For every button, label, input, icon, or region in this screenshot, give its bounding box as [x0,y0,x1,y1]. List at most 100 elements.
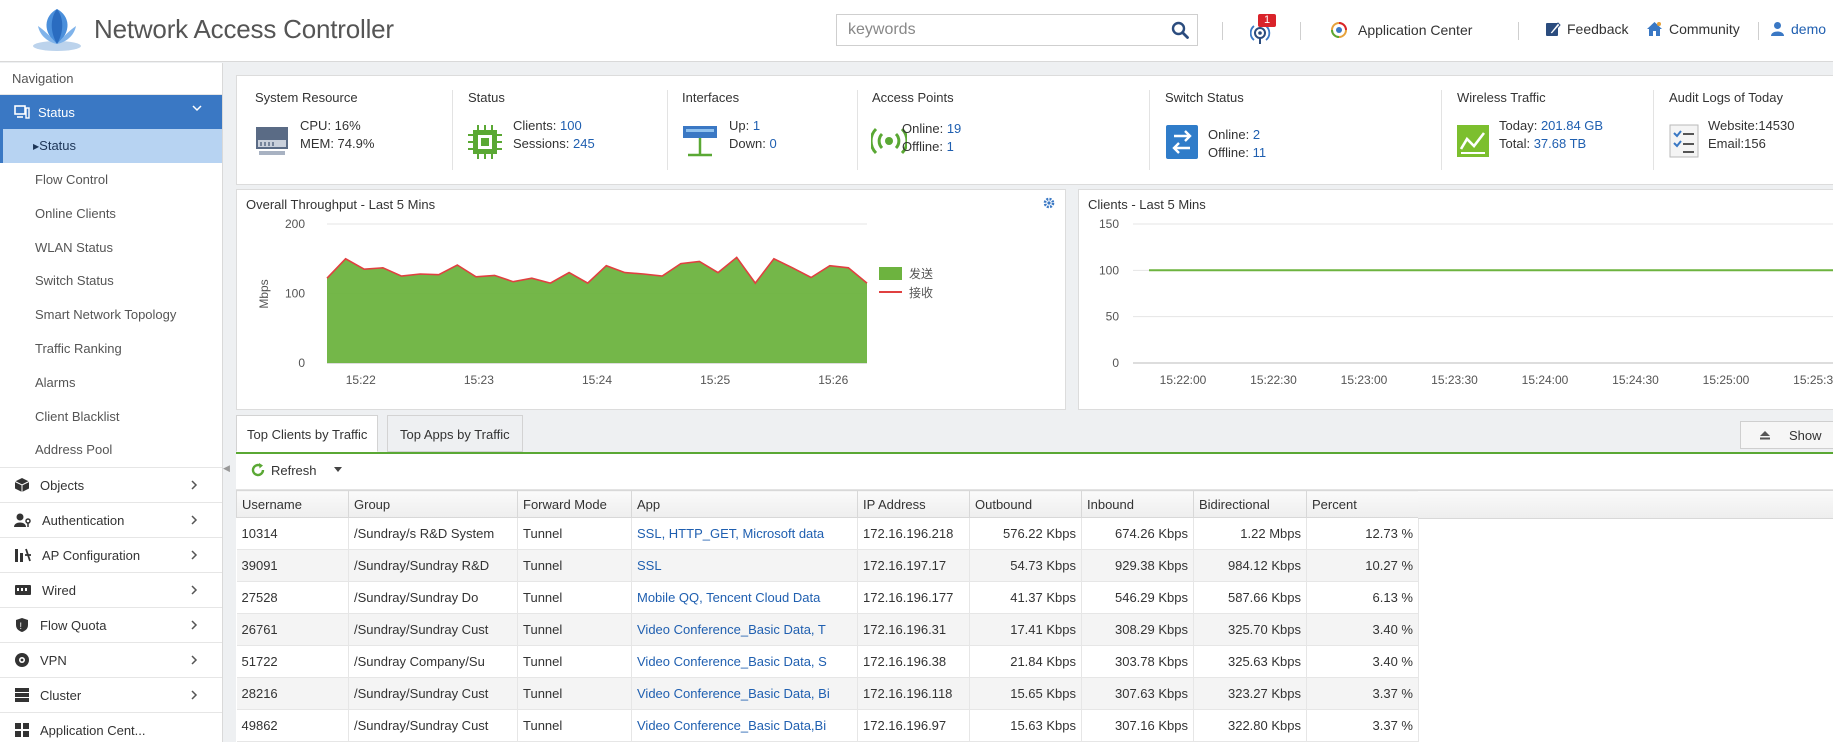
table-cell[interactable]: Video Conference_Basic Data, Bi [631,677,858,710]
sidebar-group-cluster[interactable]: Cluster [0,677,222,712]
sidebar-item-alarms[interactable]: Alarms [0,366,222,400]
wireless-traffic-card[interactable]: Wireless Traffic Today: 201.84 GB Total:… [1441,76,1653,186]
table-cell[interactable]: Video Conference_Basic Data, T [631,613,858,646]
vpn-globe-icon [15,653,29,668]
interfaces-down-value[interactable]: 0 [769,136,776,151]
community-link[interactable]: Community [1646,21,1740,37]
refresh-label: Refresh [271,462,317,478]
tab-top-apps[interactable]: Top Apps by Traffic [387,415,523,452]
show-button[interactable]: Show [1740,421,1833,449]
sidebar-group-objects[interactable]: Objects [0,467,222,502]
ap-offline-value[interactable]: 1 [947,139,954,154]
interfaces-up-value[interactable]: 1 [753,118,760,133]
clients-value[interactable]: 100 [560,118,582,133]
user-menu[interactable]: demo [1770,21,1826,37]
table-cell[interactable]: SSL [631,549,858,582]
switch-status-card[interactable]: Switch Status Online: 2 Offline: 11 [1149,76,1441,186]
table-row[interactable]: 10314/Sundray/s R&D System Tunnel SSL, HTT… [236,517,1419,550]
sidebar-item-client-blacklist[interactable]: Client Blacklist [0,400,222,434]
table-cell: 984.12 Kbps [1193,549,1307,582]
sidebar-item-smart-network-topology[interactable]: Smart Network Topology [0,298,222,332]
switch-offline-value[interactable]: 11 [1253,145,1267,160]
application-center-link[interactable]: Application Center [1330,21,1472,39]
tab-top-clients[interactable]: Top Clients by Traffic [236,415,379,452]
caret-down-icon[interactable] [334,467,342,473]
throughput-chart-title: Overall Throughput - Last 5 Mins [246,197,436,212]
sidebar-item-address-pool[interactable]: Address Pool [0,433,222,467]
table-row[interactable]: 28216/Sundray/Sundray Cust Tunnel Video Co… [236,677,1419,710]
table-row[interactable]: 27528/Sundray/Sundray Do Tunnel Mobile QQ,… [236,581,1419,614]
user-name: demo [1791,21,1827,37]
system-resource-card[interactable]: System Resource CPU: 16% MEM: 74.9% [237,76,452,186]
search-input[interactable] [837,15,1157,45]
access-points-card[interactable]: Access Points Online: 19 Offline: 1 [857,76,1149,186]
legend-label-receive: 接收 [909,285,933,300]
table-cell: 172.16.196.177 [857,581,970,614]
table-row[interactable]: 49862/Sundray/Sundray Cust Tunnel Video Co… [236,709,1419,742]
header-divider [1300,22,1301,40]
search-icon[interactable] [1171,21,1189,39]
x-tick-label: 15:26 [818,373,848,387]
sidebar-group-flow-quota[interactable]: ! Flow Quota [0,607,222,642]
sidebar-group-wired[interactable]: Wired [0,572,222,607]
switch-online-value[interactable]: 2 [1253,127,1260,142]
table-cell[interactable]: SSL, HTTP_GET, Microsoft data [631,517,858,550]
sidebar-item-online-clients[interactable]: Online Clients [0,197,222,231]
sessions-value[interactable]: 245 [573,136,595,151]
audit-logs-card[interactable]: Audit Logs of Today Website:14530 Email:… [1653,76,1833,186]
x-tick-label: 15:25:30 [1793,373,1833,387]
column-header[interactable]: Username [236,490,349,518]
sidebar-item-flow-control[interactable]: Flow Control [0,163,222,197]
table-cell: 51722 [236,645,349,678]
table-cell: 26761 [236,613,349,646]
table-row[interactable]: 26761/Sundray/Sundray Cust Tunnel Video Co… [236,613,1419,646]
user-icon [1771,22,1784,36]
status-card[interactable]: Status Clients: 100 Sessions: 245 [452,76,667,186]
table-cell: 307.63 Kbps [1081,677,1194,710]
sidebar-group-status[interactable]: Status [0,95,222,129]
column-header[interactable]: Forward Mode [517,490,632,518]
table-cell[interactable]: Video Conference_Basic Data,Bi [631,709,858,742]
table-row[interactable]: 39091/Sundray/Sundray R&D Tunnel SSL 172.16… [236,549,1419,582]
column-header[interactable]: App [631,490,858,518]
sidebar-item-status[interactable]: ▶Status [0,129,222,163]
column-header[interactable]: Inbound [1081,490,1194,518]
ap-online-value[interactable]: 19 [947,121,961,136]
x-tick-label: 15:24 [582,373,612,387]
notification-badge: 1 [1258,14,1277,27]
sidebar-group-label: Status [38,104,75,120]
column-header[interactable]: Bidirectional [1193,490,1307,518]
gear-icon[interactable] [1043,197,1055,209]
column-header[interactable]: Group [348,490,518,518]
switch-offline: Offline: 11 [1208,145,1267,160]
sidebar-item-switch-status[interactable]: Switch Status [0,264,222,298]
shield-icon: ! [16,618,28,633]
feedback-link[interactable]: Feedback [1545,21,1628,37]
table-cell: 323.27 Kbps [1193,677,1307,710]
refresh-button[interactable]: Refresh [250,462,317,478]
sidebar-item-traffic-ranking[interactable]: Traffic Ranking [0,332,222,366]
table-cell[interactable]: Video Conference_Basic Data, S [631,645,858,678]
table-toolbar: Refresh [236,454,1833,490]
table-cell: Tunnel [517,517,632,550]
table-row[interactable]: 51722/Sundray Company/Su Tunnel Video Conf… [236,645,1419,678]
column-header[interactable]: IP Address [857,490,970,518]
column-header[interactable]: Percent [1306,490,1419,518]
clients-count: Clients: 100 [513,118,582,133]
show-label: Show [1789,427,1822,443]
sidebar-group-vpn[interactable]: VPN [0,642,222,677]
column-header[interactable]: Outbound [969,490,1082,518]
sidebar-group-label: Flow Quota [40,617,107,633]
svg-text:!: ! [20,621,23,631]
sidebar-collapse-handle[interactable]: ◀ [223,455,231,481]
sidebar-item-wlan-status[interactable]: WLAN Status [0,231,222,265]
sidebar-group-ap-configuration[interactable]: AP Configuration [0,537,222,572]
cpu-usage: CPU: 16% [300,118,361,133]
table-cell: 172.16.196.31 [857,613,970,646]
table-cell: 576.22 Kbps [969,517,1082,550]
sidebar-group-application-center[interactable]: Application Cent... [0,712,222,742]
interfaces-card[interactable]: Interfaces Up: 1 Down: 0 [667,76,857,186]
sidebar-group-authentication[interactable]: Authentication [0,502,222,537]
table-cell[interactable]: Mobile QQ, Tencent Cloud Data [631,581,858,614]
user-key-icon [14,513,31,528]
